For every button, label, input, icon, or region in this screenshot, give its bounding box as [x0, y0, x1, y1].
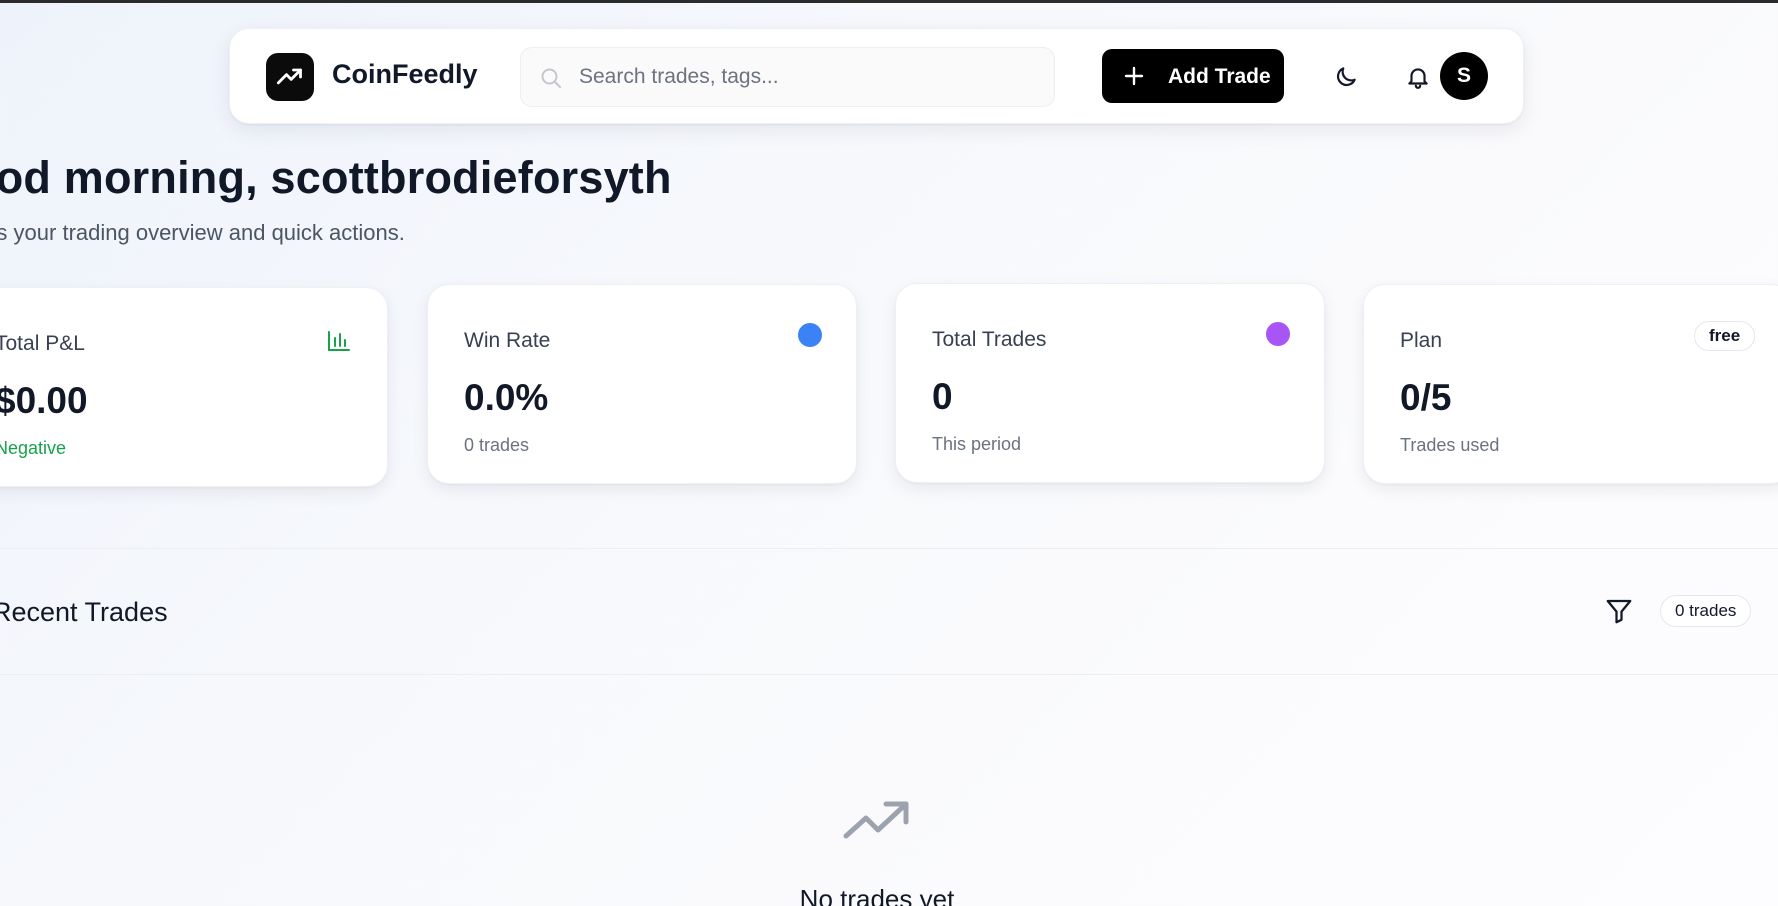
stat-card-total-pnl: Total P&L $0.00 Negative	[0, 287, 388, 487]
section-divider	[0, 548, 1778, 549]
filter-icon	[1606, 599, 1632, 624]
top-border	[0, 0, 1778, 3]
empty-state-text: No trades yet	[799, 884, 955, 906]
filter-button[interactable]	[1604, 596, 1634, 626]
add-trade-button[interactable]: Add Trade	[1102, 49, 1284, 103]
brand-name[interactable]: CoinFeedly	[332, 59, 478, 90]
greeting-subtitle: e's your trading overview and quick acti…	[0, 220, 405, 245]
plan-badge: free	[1694, 321, 1756, 351]
status-dot-blue	[798, 323, 822, 347]
moon-icon	[1336, 67, 1356, 87]
stat-sub: Trades used	[1400, 435, 1500, 455]
stat-value: 0/5	[1400, 377, 1452, 418]
add-trade-label: Add Trade	[1168, 65, 1271, 88]
trade-count-badge: 0 trades	[1660, 595, 1752, 627]
bell-icon	[1408, 68, 1428, 89]
section-divider	[0, 674, 1778, 675]
bar-chart-icon	[328, 331, 350, 351]
search-input[interactable]	[579, 48, 1039, 106]
status-dot-purple	[1266, 322, 1290, 346]
trending-up-icon	[276, 68, 302, 85]
stat-title: Total Trades	[932, 328, 1047, 351]
app-header: CoinFeedly Add Trade S	[229, 28, 1524, 124]
notifications-button[interactable]	[1398, 57, 1438, 97]
stat-card-win-rate: Win Rate 0.0% 0 trades	[427, 284, 857, 484]
greeting-title: ood morning, scottbrodieforsyth	[0, 152, 672, 203]
stat-sub: 0 trades	[464, 435, 530, 455]
stat-title: Total P&L	[0, 332, 85, 355]
stat-title: Plan	[1400, 329, 1443, 352]
plus-icon	[1124, 66, 1144, 86]
stat-sub: This period	[932, 434, 1022, 454]
stat-sub: Negative	[0, 438, 67, 458]
stat-card-total-trades: Total Trades 0 This period	[895, 283, 1325, 483]
stat-value: 0	[932, 376, 953, 417]
search-box[interactable]	[520, 47, 1055, 107]
trending-up-icon	[843, 801, 909, 839]
stat-card-plan: Plan free 0/5 Trades used	[1363, 284, 1778, 484]
stat-value: $0.00	[0, 380, 88, 421]
recent-trades-title: Recent Trades	[0, 597, 168, 627]
logo[interactable]	[266, 53, 314, 101]
stat-value: 0.0%	[464, 377, 549, 418]
search-icon	[541, 68, 561, 88]
avatar[interactable]: S	[1440, 52, 1488, 100]
stat-title: Win Rate	[464, 329, 551, 352]
theme-toggle-button[interactable]	[1326, 57, 1366, 97]
